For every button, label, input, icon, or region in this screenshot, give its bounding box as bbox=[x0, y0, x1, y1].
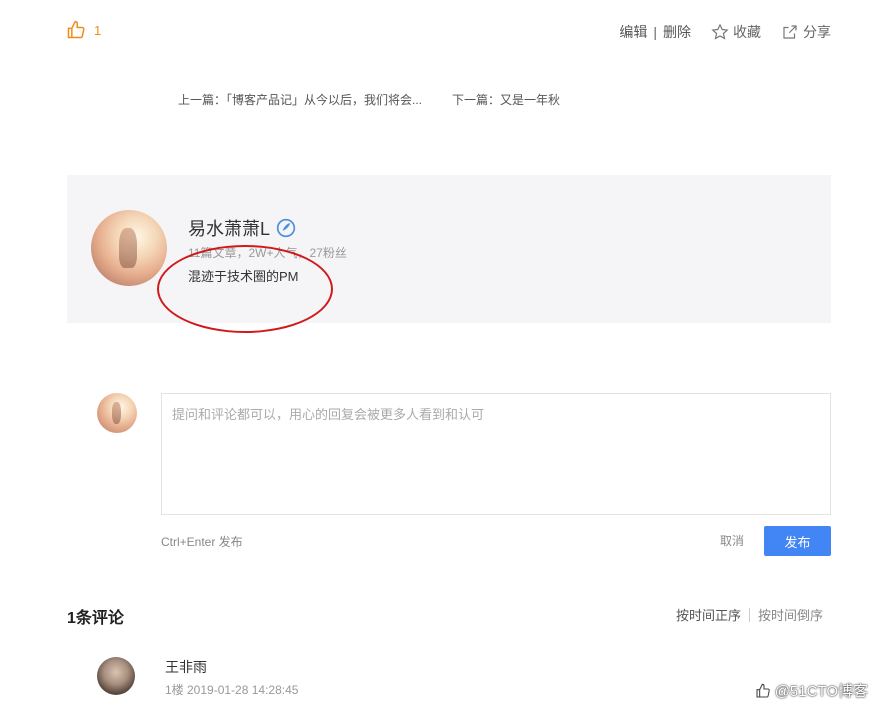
action-separator: | bbox=[653, 24, 657, 40]
annotation-circle bbox=[157, 245, 333, 333]
share-label: 分享 bbox=[803, 24, 831, 40]
author-name-row: 易水萧萧L bbox=[188, 215, 296, 241]
sort-desc-button[interactable]: 按时间倒序 bbox=[758, 605, 823, 624]
share-icon bbox=[783, 25, 797, 39]
thumbs-up-icon bbox=[67, 20, 85, 39]
sort-divider bbox=[748, 607, 750, 622]
thumbs-up-icon bbox=[756, 683, 770, 698]
sort-options: 按时间正序 按时间倒序 bbox=[676, 605, 823, 624]
like-button[interactable]: 1 bbox=[66, 20, 101, 40]
article-actions: 编辑 | 删除 收藏 分享 bbox=[619, 22, 831, 42]
sort-asc-button[interactable]: 按时间正序 bbox=[676, 605, 741, 624]
edit-button[interactable]: 编辑 bbox=[619, 22, 647, 42]
current-user-avatar bbox=[97, 393, 137, 433]
comments-count-title: 1条评论 bbox=[67, 610, 124, 627]
prev-post-link[interactable]: 上一篇：「博客产品记」从今以后，我们将会... bbox=[178, 91, 422, 108]
like-count: 1 bbox=[94, 22, 102, 38]
verified-badge-icon bbox=[276, 218, 296, 238]
shortcut-hint: Ctrl+Enter 发布 bbox=[161, 535, 243, 549]
author-avatar[interactable] bbox=[91, 210, 167, 286]
collect-button[interactable]: 收藏 bbox=[711, 22, 761, 42]
star-icon bbox=[711, 23, 729, 40]
collect-label: 收藏 bbox=[733, 24, 761, 40]
author-name[interactable]: 易水萧萧L bbox=[188, 215, 270, 241]
commenter-avatar[interactable] bbox=[97, 657, 135, 695]
watermark-text: @51CTO博客 bbox=[774, 683, 868, 700]
submit-button[interactable]: 发布 bbox=[764, 526, 831, 556]
cancel-button[interactable]: 取消 bbox=[720, 532, 744, 549]
comment-meta: 1楼 2019-01-28 14:28:45 bbox=[165, 683, 299, 697]
share-button[interactable]: 分享 bbox=[781, 22, 831, 42]
comment-input[interactable] bbox=[162, 394, 830, 514]
post-navigation: 上一篇：「博客产品记」从今以后，我们将会... 下一篇：又是一年秋 bbox=[178, 91, 560, 108]
watermark: @51CTO博客 bbox=[754, 680, 868, 701]
next-post-link[interactable]: 下一篇：又是一年秋 bbox=[452, 91, 560, 108]
delete-button[interactable]: 删除 bbox=[663, 22, 691, 42]
comment-box bbox=[161, 393, 831, 515]
commenter-name[interactable]: 王非雨 bbox=[165, 657, 207, 677]
